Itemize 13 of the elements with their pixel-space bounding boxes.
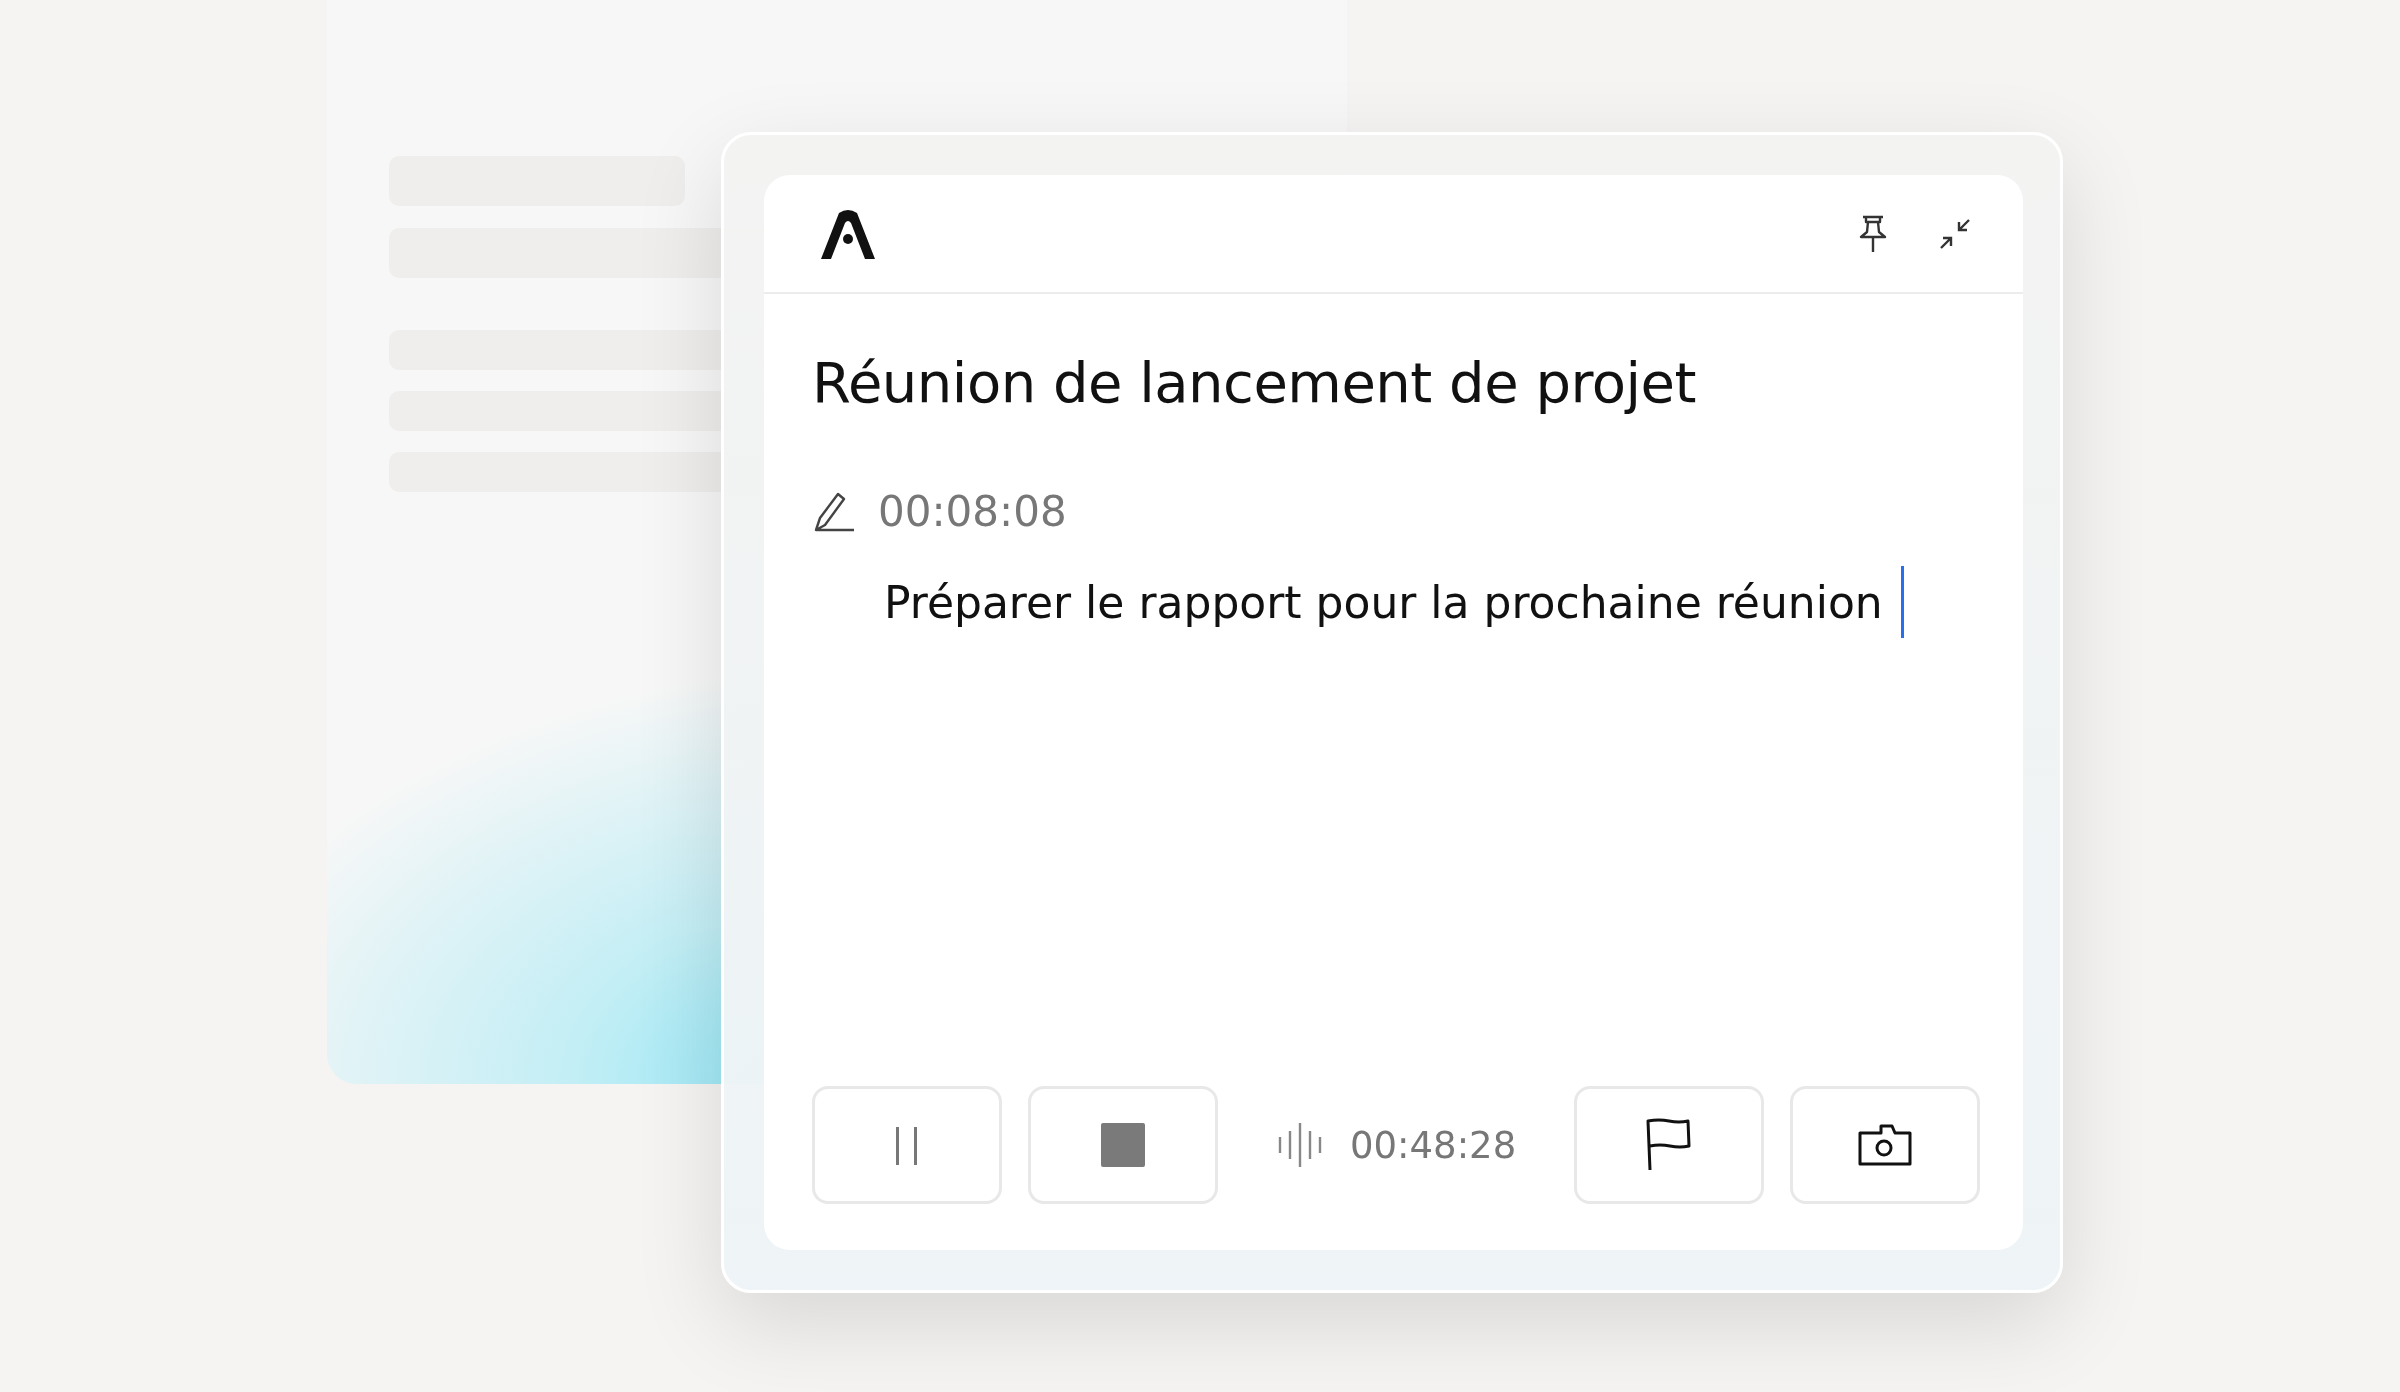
camera-button[interactable] (1790, 1086, 1981, 1204)
flag-button[interactable] (1574, 1086, 1765, 1204)
note-text: Préparer le rapport pour la prochaine réunion (884, 576, 1883, 628)
note-timestamp: 00:08:08 (878, 487, 1067, 536)
logo-icon (819, 208, 877, 259)
waveform-icon (1278, 1121, 1324, 1169)
elapsed-time: 00:48:28 (1350, 1123, 1517, 1167)
stop-button[interactable] (1028, 1086, 1218, 1204)
text-cursor (1900, 566, 1904, 638)
note-field[interactable]: Préparer le rapport pour la prochaine réunion (884, 566, 1973, 638)
camera-icon (1857, 1123, 1914, 1167)
stop-icon (1101, 1123, 1145, 1167)
meeting-title: Réunion de lancement de projet (812, 350, 1697, 415)
